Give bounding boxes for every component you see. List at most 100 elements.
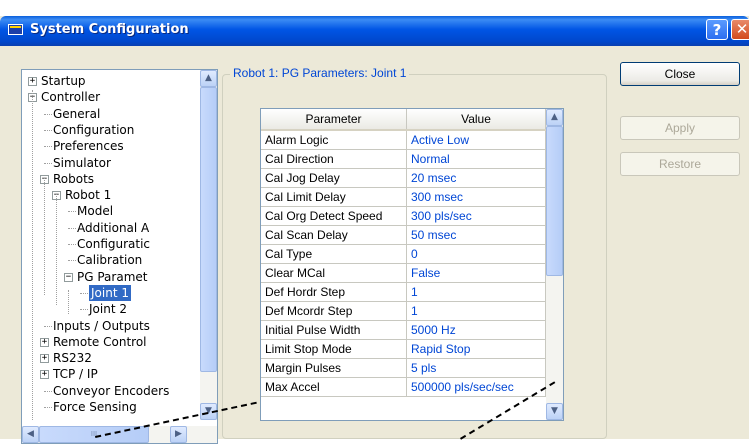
grid-row[interactable]: Margin Pulses 5 pls <box>261 358 546 378</box>
tree-connector <box>68 211 76 213</box>
parameter-name: Clear MCal <box>261 263 407 283</box>
tree-connector <box>80 292 88 294</box>
expand-icon[interactable]: + <box>40 370 49 380</box>
parameter-value[interactable]: Active Low <box>406 130 546 150</box>
parameter-value[interactable]: 500000 pls/sec/sec <box>406 377 546 397</box>
tree-content: + Startup − Controller General Configuration P… <box>22 70 200 420</box>
expand-icon[interactable]: + <box>28 77 37 86</box>
tree-item-label: Joint 1 <box>89 284 131 301</box>
parameter-value[interactable]: False <box>406 263 546 283</box>
grid-row[interactable]: Cal Org Detect Speed 300 pls/sec <box>261 206 546 226</box>
parameter-value[interactable]: 1 <box>406 301 546 321</box>
grid-row[interactable]: Cal Direction Normal <box>261 149 546 169</box>
grid-row[interactable]: Clear MCal False <box>261 263 546 283</box>
tree-item[interactable]: + TCP / IP <box>22 366 200 382</box>
tree-vertical-scrollbar[interactable]: ▲ ▼ <box>200 70 217 420</box>
apply-button[interactable]: Apply <box>620 116 740 140</box>
grid-row[interactable]: Cal Jog Delay 20 msec <box>261 168 546 188</box>
parameter-name: Cal Org Detect Speed <box>261 206 407 226</box>
expand-icon[interactable]: + <box>40 337 49 347</box>
tree-item-label: PG Paramet <box>77 269 148 284</box>
tree-item[interactable]: General <box>22 106 200 122</box>
parameter-name: Alarm Logic <box>261 130 407 150</box>
tree-item[interactable]: Inputs / Outputs <box>22 318 200 334</box>
collapse-icon[interactable]: − <box>64 272 73 282</box>
tree-item[interactable]: Calibration <box>22 252 200 268</box>
parameter-value[interactable]: 300 msec <box>406 187 546 207</box>
grid-scroll-up-button[interactable]: ▲ <box>546 109 563 126</box>
system-configuration-window: System Configuration ? ✕ + Startup − Contro… <box>0 16 749 444</box>
grid-row[interactable]: Cal Scan Delay 50 msec <box>261 225 546 245</box>
grid-row[interactable]: Alarm Logic Active Low <box>261 130 546 150</box>
column-header-value[interactable]: Value <box>406 109 546 131</box>
parameter-value[interactable]: 5000 Hz <box>406 320 546 340</box>
tree-item[interactable]: Additional A <box>22 220 200 236</box>
grid-row[interactable]: Cal Limit Delay 300 msec <box>261 187 546 207</box>
tree-item-label: Startup <box>41 74 86 88</box>
tree-item[interactable]: Conveyor Encoders <box>22 383 200 399</box>
tree-scroll-left-button[interactable]: ◀ <box>22 426 39 443</box>
tree-scroll-right-button[interactable]: ▶ <box>170 426 187 443</box>
restore-button[interactable]: Restore <box>620 152 740 176</box>
parameter-name: Cal Jog Delay <box>261 168 407 188</box>
group-title: Robot 1: PG Parameters: Joint 1 <box>230 66 410 80</box>
grid-row[interactable]: Cal Type 0 <box>261 244 546 264</box>
tree-item[interactable]: − Robot 1 <box>22 187 200 203</box>
tree-item[interactable]: Force Sensing <box>22 399 200 415</box>
tree-guide-line <box>68 290 69 314</box>
parameter-value[interactable]: 0 <box>406 244 546 264</box>
close-window-button[interactable]: ✕ <box>731 19 749 40</box>
grid-row[interactable]: Initial Pulse Width 5000 Hz <box>261 320 546 340</box>
window-title: System Configuration <box>30 22 189 37</box>
grid-row[interactable]: Limit Stop Mode Rapid Stop <box>261 339 546 359</box>
tree-item[interactable]: − Controller <box>22 89 200 105</box>
tree-scroll-thumb[interactable] <box>200 87 217 372</box>
parameter-name: Initial Pulse Width <box>261 320 407 340</box>
parameter-value[interactable]: 300 pls/sec <box>406 206 546 226</box>
tree-scroll-up-button[interactable]: ▲ <box>200 70 217 87</box>
tree-item[interactable]: Simulator <box>22 155 200 171</box>
parameter-value[interactable]: 5 pls <box>406 358 546 378</box>
parameter-value[interactable]: 50 msec <box>406 225 546 245</box>
tree-item-label: Controller <box>41 90 101 105</box>
tree-connector <box>44 390 52 392</box>
grid-scroll-down-button[interactable]: ▼ <box>546 403 563 420</box>
parameter-name: Max Accel <box>261 377 407 397</box>
parameter-grid[interactable]: Parameter Value Alarm Logic Active Low Cal… <box>260 108 564 421</box>
grid-row[interactable]: Def Mcordr Step 1 <box>261 301 546 321</box>
tree-item[interactable]: + Startup <box>22 73 200 89</box>
close-button[interactable]: Close <box>620 62 740 86</box>
tree-item[interactable]: Joint 1 <box>22 284 200 301</box>
grid-row[interactable]: Max Accel 500000 pls/sec/sec <box>261 377 546 397</box>
tree-item[interactable]: Configuration <box>22 122 200 138</box>
tree-item[interactable]: − PG Paramet <box>22 269 200 285</box>
tree-item-label: Calibration <box>77 253 143 268</box>
expand-icon[interactable]: + <box>40 354 49 364</box>
tree-item[interactable]: + RS232 <box>22 350 200 366</box>
tree-item-label: Configuratic <box>77 237 151 251</box>
grid-vertical-scrollbar[interactable]: ▲ ▼ <box>546 109 563 420</box>
tree-connector <box>44 407 52 408</box>
column-header-parameter[interactable]: Parameter <box>261 109 407 131</box>
config-tree[interactable]: + Startup − Controller General Configuration P… <box>21 69 218 444</box>
tree-item[interactable]: + Remote Control <box>22 334 200 350</box>
parameter-value[interactable]: Rapid Stop <box>406 339 546 359</box>
tree-item[interactable]: Preferences <box>22 138 200 154</box>
tree-connector <box>80 309 88 311</box>
grid-scroll-thumb[interactable] <box>546 126 563 276</box>
title-bar[interactable]: System Configuration ? ✕ <box>0 16 749 46</box>
parameter-value[interactable]: 20 msec <box>406 168 546 188</box>
parameter-value[interactable]: Normal <box>406 149 546 169</box>
tree-item[interactable]: Joint 2 <box>22 301 200 317</box>
help-button[interactable]: ? <box>706 19 728 40</box>
tree-item[interactable]: − Robots <box>22 171 200 187</box>
tree-guide-line <box>44 178 45 295</box>
parameter-value[interactable]: 1 <box>406 282 546 302</box>
tree-guide-line <box>32 90 33 420</box>
tree-horizontal-scrollbar[interactable]: ◀ III ▶ <box>22 426 217 443</box>
tree-item[interactable]: Configuratic <box>22 236 200 252</box>
tree-item[interactable]: Model <box>22 203 200 219</box>
grid-row[interactable]: Def Hordr Step 1 <box>261 282 546 302</box>
app-icon <box>8 24 23 35</box>
parameter-name: Cal Type <box>261 244 407 264</box>
